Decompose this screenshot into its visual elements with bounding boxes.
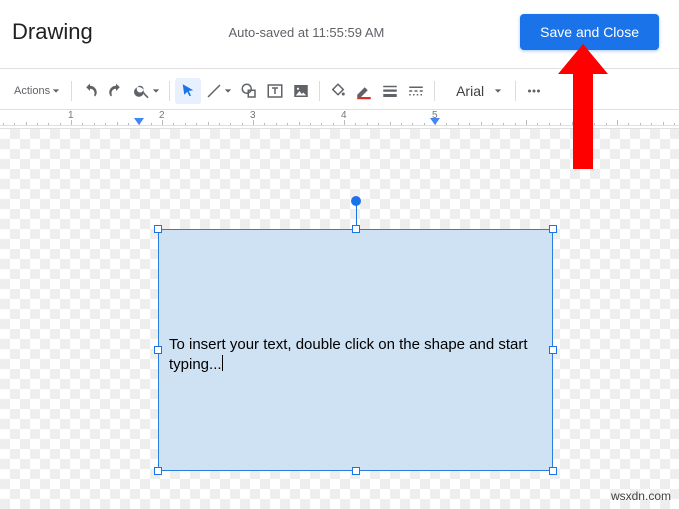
resize-handle-sw[interactable] — [154, 467, 162, 475]
text-caret — [222, 355, 223, 371]
fill-icon — [329, 82, 347, 100]
resize-handle-e[interactable] — [549, 346, 557, 354]
indent-marker[interactable] — [134, 118, 144, 125]
horizontal-ruler[interactable]: 12345 — [0, 110, 679, 126]
modal-header: Drawing Auto-saved at 11:55:59 AM Save a… — [0, 0, 679, 64]
resize-handle-w[interactable] — [154, 346, 162, 354]
resize-handle-s[interactable] — [352, 467, 360, 475]
redo-icon — [107, 82, 125, 100]
drawing-canvas[interactable]: To insert your text, double click on the… — [0, 128, 679, 509]
select-tool[interactable] — [175, 78, 201, 104]
dialog-title: Drawing — [12, 19, 93, 45]
line-icon — [205, 82, 223, 100]
shape-tool[interactable] — [236, 78, 262, 104]
more-horizontal-icon — [525, 82, 543, 100]
right-indent-marker[interactable] — [430, 118, 440, 125]
chevron-down-icon — [494, 87, 502, 95]
chevron-down-icon — [224, 87, 232, 95]
chevron-down-icon — [152, 87, 160, 95]
image-tool[interactable] — [288, 78, 314, 104]
textbox-shape[interactable]: To insert your text, double click on the… — [158, 229, 553, 471]
separator — [319, 81, 320, 101]
separator — [434, 81, 435, 101]
border-dash-button[interactable] — [403, 78, 429, 104]
resize-handle-n[interactable] — [352, 225, 360, 233]
image-icon — [292, 82, 310, 100]
divider — [0, 68, 679, 69]
drawing-toolbar: Actions Arial — [0, 73, 679, 109]
line-tool[interactable] — [201, 78, 236, 104]
pencil-icon — [355, 82, 373, 100]
undo-button[interactable] — [77, 78, 103, 104]
shape-text-content[interactable]: To insert your text, double click on the… — [169, 335, 542, 376]
save-and-close-button[interactable]: Save and Close — [520, 14, 659, 50]
zoom-icon — [133, 82, 151, 100]
autosave-status: Auto-saved at 11:55:59 AM — [228, 25, 384, 40]
rotation-handle[interactable] — [351, 196, 361, 206]
watermark: wsxdn.com — [611, 489, 671, 503]
shape-icon — [240, 82, 258, 100]
undo-icon — [81, 82, 99, 100]
line-dash-icon — [407, 82, 425, 100]
separator — [71, 81, 72, 101]
resize-handle-ne[interactable] — [549, 225, 557, 233]
actions-menu[interactable]: Actions — [8, 78, 66, 104]
textbox-tool[interactable] — [262, 78, 288, 104]
actions-label: Actions — [14, 85, 50, 97]
redo-button[interactable] — [103, 78, 129, 104]
resize-handle-se[interactable] — [549, 467, 557, 475]
font-selector[interactable]: Arial — [448, 78, 510, 104]
more-button[interactable] — [521, 78, 547, 104]
zoom-button[interactable] — [129, 78, 164, 104]
textbox-icon — [266, 82, 284, 100]
separator — [169, 81, 170, 101]
font-name: Arial — [456, 83, 484, 99]
resize-handle-nw[interactable] — [154, 225, 162, 233]
border-weight-button[interactable] — [377, 78, 403, 104]
fill-color-button[interactable] — [325, 78, 351, 104]
line-weight-icon — [381, 82, 399, 100]
cursor-icon — [179, 82, 197, 100]
separator — [515, 81, 516, 101]
shape-text: To insert your text, double click on the… — [169, 336, 528, 373]
border-color-button[interactable] — [351, 78, 377, 104]
